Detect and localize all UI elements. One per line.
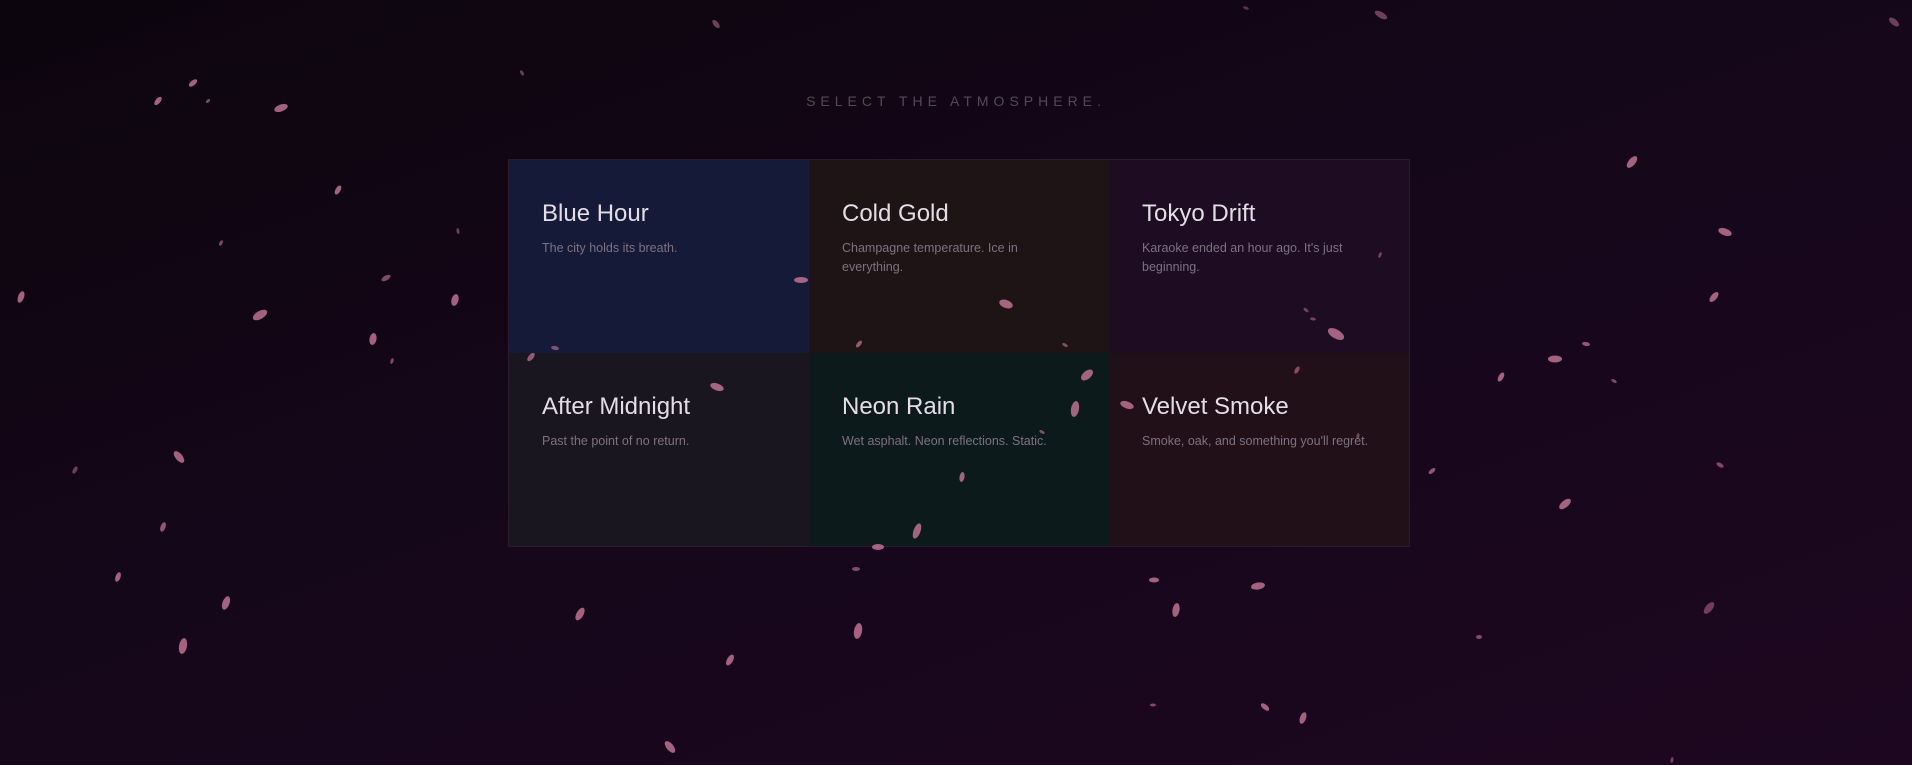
petal-icon — [1476, 635, 1482, 639]
petal-icon — [1559, 498, 1571, 510]
petal-icon — [334, 185, 342, 195]
atmosphere-grid: Blue Hour The city holds its breath. Col… — [508, 159, 1410, 547]
petal-icon — [520, 70, 524, 76]
card-description: The city holds its breath. — [542, 241, 678, 255]
card-description: Smoke, oak, and something you'll regret. — [1142, 434, 1369, 448]
petal-icon — [1582, 341, 1590, 347]
card-title: Tokyo Drift — [1142, 200, 1256, 227]
card-title: Velvet Smoke — [1142, 393, 1289, 420]
petal-icon — [1374, 10, 1388, 20]
petal-icon — [1889, 17, 1899, 27]
petal-icon — [1548, 355, 1562, 363]
petal-icon — [712, 19, 720, 29]
petal-icon — [1716, 462, 1724, 468]
petal-icon — [456, 228, 460, 234]
card-velvet-smoke[interactable]: Velvet Smoke Smoke, oak, and something y… — [1109, 353, 1409, 546]
petal-icon — [369, 333, 377, 345]
page-headline: SELECT THE ATMOSPHERE. — [806, 93, 1106, 109]
petal-icon — [852, 567, 860, 571]
petal-icon — [664, 741, 676, 753]
card-blue-hour[interactable]: Blue Hour The city holds its breath. — [509, 160, 809, 353]
petal-icon — [188, 79, 198, 87]
petal-icon — [1251, 582, 1265, 590]
card-description: Wet asphalt. Neon reflections. Static. — [842, 434, 1047, 448]
card-cold-gold[interactable]: Cold Gold Champagne temperature. Ice in … — [809, 160, 1109, 353]
card-title: Blue Hour — [542, 200, 649, 227]
card-neon-rain[interactable]: Neon Rain Wet asphalt. Neon reflections.… — [809, 353, 1109, 546]
petal-icon — [390, 358, 394, 364]
petal-icon — [72, 466, 78, 474]
petal-icon — [221, 596, 231, 610]
petal-icon — [1611, 379, 1617, 383]
petal-icon — [1243, 6, 1249, 10]
petal-icon — [1709, 292, 1719, 302]
petal-icon — [160, 522, 166, 532]
card-description: Champagne temperature. Ice in everything… — [842, 241, 1018, 274]
petal-icon — [1150, 703, 1156, 707]
petal-icon — [1260, 703, 1270, 711]
card-title: Neon Rain — [842, 393, 956, 420]
petal-icon — [726, 654, 734, 666]
petal-icon — [1703, 602, 1715, 614]
petal-icon — [853, 623, 863, 639]
petal-icon — [17, 291, 25, 303]
card-after-midnight[interactable]: After Midnight Past the point of no retu… — [509, 353, 809, 546]
card-description: Past the point of no return. — [542, 434, 690, 448]
card-description: Karaoke ended an hour ago. It's just beg… — [1142, 241, 1343, 274]
petal-icon — [178, 638, 188, 654]
petal-icon — [1626, 156, 1638, 168]
petal-icon — [451, 294, 459, 306]
petal-icon — [381, 274, 391, 282]
petal-icon — [219, 240, 223, 246]
petal-icon — [252, 309, 268, 321]
petal-icon — [575, 607, 585, 621]
petal-icon — [1172, 603, 1180, 617]
card-title: After Midnight — [542, 393, 691, 420]
petal-icon — [1299, 712, 1307, 724]
petal-icon — [1497, 372, 1505, 382]
petal-icon — [1718, 227, 1732, 237]
petal-icon — [173, 451, 185, 463]
card-title: Cold Gold — [842, 200, 949, 227]
petal-icon — [115, 572, 121, 582]
petal-icon — [1149, 577, 1159, 583]
petal-icon — [1428, 468, 1436, 474]
petal-icon — [1670, 757, 1674, 763]
card-tokyo-drift[interactable]: Tokyo Drift Karaoke ended an hour ago. I… — [1109, 160, 1409, 353]
